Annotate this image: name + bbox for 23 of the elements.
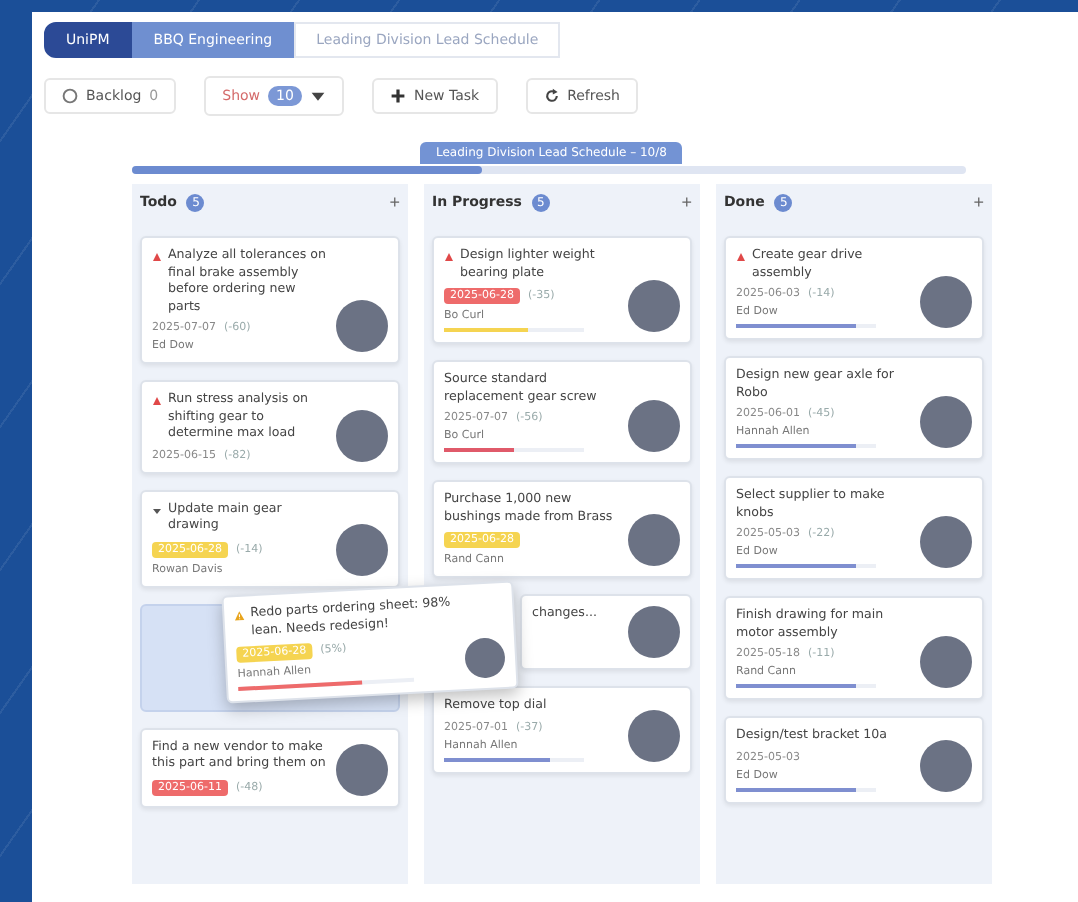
photo-placeholder bbox=[336, 409, 388, 461]
photo-placeholder bbox=[336, 300, 388, 352]
photo-placeholder bbox=[336, 523, 388, 575]
photo-placeholder bbox=[920, 739, 972, 791]
photo-placeholder bbox=[628, 400, 680, 452]
photo-placeholder bbox=[920, 276, 972, 328]
add-button[interactable]: + bbox=[389, 192, 400, 212]
photo-placeholder bbox=[628, 606, 680, 658]
photo-placeholder bbox=[920, 396, 972, 448]
photo-placeholder bbox=[628, 514, 680, 566]
circle-icon bbox=[62, 88, 78, 104]
refresh-icon bbox=[543, 88, 560, 104]
photo-placeholder bbox=[464, 637, 506, 679]
add-button[interactable]: + bbox=[973, 192, 984, 212]
photo-placeholder bbox=[628, 280, 680, 332]
photo-placeholder bbox=[920, 516, 972, 568]
plus-icon bbox=[389, 88, 406, 104]
photo-placeholder bbox=[920, 636, 972, 688]
collapse-icon bbox=[152, 505, 162, 515]
photo-placeholder bbox=[628, 709, 680, 761]
photo-placeholder bbox=[336, 743, 388, 795]
add-button[interactable]: + bbox=[681, 192, 692, 212]
caret-icon bbox=[309, 88, 326, 104]
